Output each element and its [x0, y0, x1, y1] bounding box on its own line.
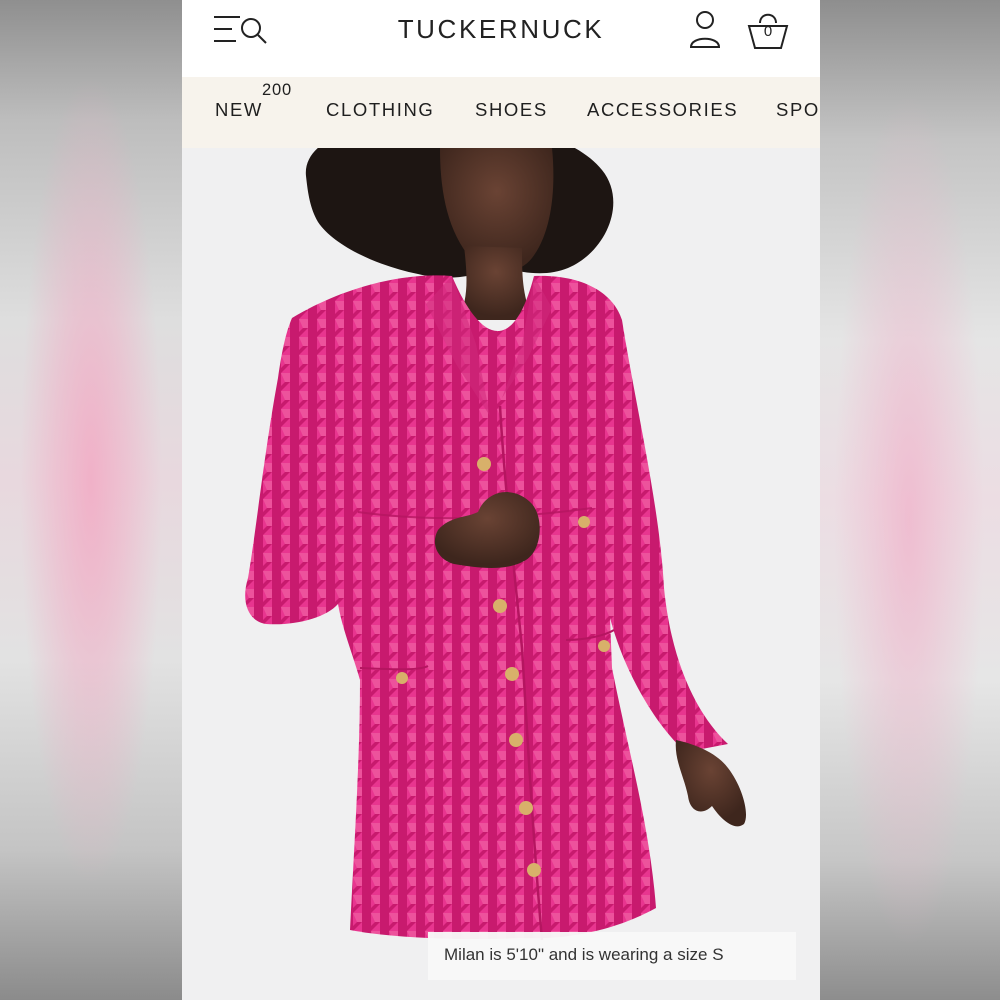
nav-item-clothing-label: CLOTHING	[326, 99, 435, 120]
new-count-badge: 200	[262, 81, 292, 99]
mobile-page: TUCKERNUCK 0 NEW 200 CLOTHING SHOES ACCE…	[182, 0, 820, 1000]
nav-item-accessories[interactable]: ACCESSORIES	[587, 99, 738, 121]
nav-item-new[interactable]: NEW	[215, 99, 263, 121]
nav-item-shoes[interactable]: SHOES	[475, 99, 548, 121]
blurred-left-backdrop	[0, 0, 182, 1000]
nav-item-shoes-label: SHOES	[475, 99, 548, 120]
nav-item-new-label: NEW	[215, 99, 263, 120]
nav-item-accessories-label: ACCESSORIES	[587, 99, 739, 120]
category-nav: NEW 200 CLOTHING SHOES ACCESSORIES SPO	[182, 77, 820, 148]
model-illustration	[182, 148, 820, 1000]
product-image[interactable]: Milan is 5'10" and is wearing a size S	[182, 148, 820, 1000]
model-size-caption: Milan is 5'10" and is wearing a size S	[428, 932, 796, 980]
account-icon[interactable]	[685, 9, 725, 51]
nav-item-clothing[interactable]: CLOTHING	[326, 99, 434, 121]
blurred-right-backdrop	[818, 0, 1000, 1000]
bag-icon[interactable]: 0	[746, 8, 790, 52]
nav-item-sport-label: SPO	[776, 99, 820, 120]
site-header: TUCKERNUCK 0	[182, 0, 820, 77]
caption-text: Milan is 5'10" and is wearing a size S	[444, 945, 724, 964]
nav-item-sport[interactable]: SPO	[776, 99, 820, 121]
bag-count: 0	[763, 23, 773, 40]
screenshot-frame: TUCKERNUCK 0 NEW 200 CLOTHING SHOES ACCE…	[0, 0, 1000, 1000]
